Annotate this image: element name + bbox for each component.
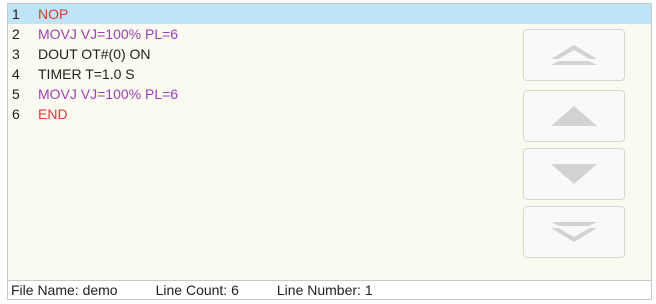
status-bar: File Name: demo Line Count: 6 Line Numbe…	[8, 280, 651, 299]
line-code: TIMER T=1.0 S	[38, 66, 135, 82]
program-editor-panel: 1 NOP 2 MOVJ VJ=100% PL=6 3 DOUT OT#(0) …	[7, 3, 652, 300]
line-code: MOVJ VJ=100% PL=6	[38, 26, 179, 42]
line-number: 2	[12, 26, 20, 42]
line-number: 3	[12, 46, 20, 62]
page-up-button[interactable]	[523, 29, 625, 81]
line-down-button[interactable]	[523, 148, 625, 200]
triangle-down-icon	[551, 164, 597, 184]
line-up-button[interactable]	[523, 90, 625, 142]
line-code: MOVJ VJ=100% PL=6	[38, 86, 179, 102]
double-chevron-down-icon	[551, 222, 597, 242]
file-name-label: File Name: demo	[11, 282, 118, 298]
line-number: 6	[12, 106, 20, 122]
line-number: 4	[12, 66, 20, 82]
page-down-button[interactable]	[523, 206, 625, 258]
line-code: DOUT OT#(0) ON	[38, 46, 151, 62]
double-chevron-up-icon	[551, 45, 597, 65]
line-count-label: Line Count: 6	[155, 282, 239, 298]
line-number: 1	[12, 6, 20, 22]
scroll-navigation	[511, 24, 651, 262]
line-number-label: Line Number: 1	[276, 282, 373, 298]
program-listing[interactable]: 1 NOP 2 MOVJ VJ=100% PL=6 3 DOUT OT#(0) …	[8, 4, 651, 282]
line-code: NOP	[38, 6, 69, 22]
line-number: 5	[12, 86, 20, 102]
line-code: END	[38, 106, 68, 122]
program-line-1[interactable]: 1 NOP	[8, 4, 651, 24]
triangle-up-icon	[551, 106, 597, 126]
